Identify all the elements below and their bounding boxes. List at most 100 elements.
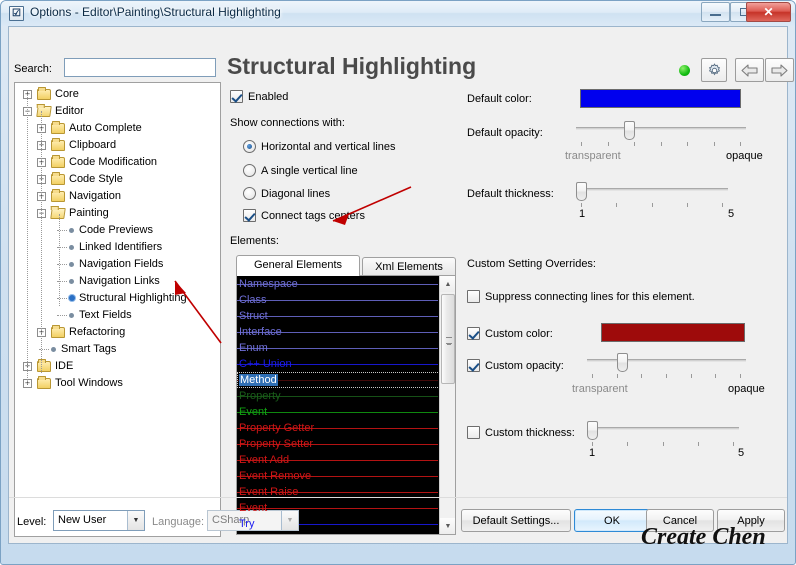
- tree-item-label: Linked Identifiers: [79, 241, 163, 253]
- element-list-item-label: Event Add: [239, 454, 290, 466]
- custom-thickness-checkbox[interactable]: [467, 426, 480, 439]
- folder-open-icon: [50, 208, 66, 219]
- enabled-checkbox[interactable]: [230, 90, 243, 103]
- radio-diagonal-lines-label: Diagonal lines: [261, 188, 331, 200]
- tree-item-label: Core: [55, 88, 79, 100]
- slider-thumb[interactable]: [624, 121, 635, 140]
- folder-closed-icon: [37, 359, 51, 372]
- element-list-item[interactable]: Property Getter: [237, 420, 440, 436]
- level-label: Level:: [17, 516, 47, 528]
- suppress-connecting-lines-label: Suppress connecting lines for this eleme…: [485, 291, 695, 303]
- tree-item-navigation[interactable]: + Navigation: [15, 188, 220, 205]
- default-color-swatch[interactable]: [580, 89, 741, 108]
- radio-single-vertical-line[interactable]: [243, 164, 256, 177]
- element-list-item[interactable]: Event: [237, 404, 440, 420]
- options-dialog-window: ☑ Options - Editor\Painting\Structural H…: [0, 0, 796, 565]
- element-list-item[interactable]: Namespace: [237, 276, 440, 292]
- settings-gear-button[interactable]: [701, 58, 727, 82]
- default-settings-button[interactable]: Default Settings...: [461, 509, 571, 532]
- custom-thickness-max-label: 5: [738, 447, 745, 459]
- arrow-right-icon: [766, 59, 793, 81]
- level-combobox[interactable]: New User ▼: [53, 510, 145, 531]
- tree-item-refactoring[interactable]: + Refactoring: [15, 324, 220, 341]
- element-list-item[interactable]: Enum: [237, 340, 440, 356]
- connect-tags-centers-checkbox[interactable]: [243, 209, 256, 222]
- tree-item-tool-windows[interactable]: + Tool Windows: [15, 375, 220, 392]
- slider-track: [587, 359, 746, 362]
- folder-closed-icon: [37, 87, 51, 100]
- default-thickness-max-label: 5: [728, 208, 735, 220]
- element-list-item[interactable]: Struct: [237, 308, 440, 324]
- radio-horizontal-vertical-lines[interactable]: [243, 140, 256, 153]
- tree-item-navigation-links[interactable]: Navigation Links: [15, 273, 220, 290]
- navigate-forward-button[interactable]: [765, 58, 794, 82]
- show-connections-label: Show connections with:: [230, 117, 345, 129]
- tree-item-label: Navigation Fields: [79, 258, 164, 270]
- navigate-back-button[interactable]: [735, 58, 764, 82]
- tree-item-clipboard[interactable]: + Clipboard: [15, 137, 220, 154]
- tree-item-label: Structural Highlighting: [79, 292, 187, 304]
- tree-item-smart-tags[interactable]: Smart Tags: [15, 341, 220, 358]
- close-button[interactable]: ✕: [746, 2, 791, 22]
- tree-item-code-modification[interactable]: + Code Modification: [15, 154, 220, 171]
- element-list-item[interactable]: Event Remove: [237, 468, 440, 484]
- tab-general-elements[interactable]: General Elements: [236, 255, 360, 276]
- tree-item-text-fields[interactable]: Text Fields: [15, 307, 220, 324]
- options-dialog-icon: ☑: [9, 6, 24, 21]
- default-color-label: Default color:: [467, 93, 532, 105]
- element-list-item[interactable]: C++ Union: [237, 356, 440, 372]
- element-list-item[interactable]: Method: [237, 372, 440, 388]
- tree-item-linked-identifiers[interactable]: Linked Identifiers: [15, 239, 220, 256]
- element-list-item[interactable]: Interface: [237, 324, 440, 340]
- custom-color-checkbox[interactable]: [467, 327, 480, 340]
- minimize-button[interactable]: [701, 2, 730, 22]
- settings-tree[interactable]: + Core − Editor + Auto Complete + Clipboard + Cod…: [14, 82, 221, 537]
- folder-open-icon: [36, 106, 52, 117]
- tree-item-navigation-fields[interactable]: Navigation Fields: [15, 256, 220, 273]
- element-list-item[interactable]: Class: [237, 292, 440, 308]
- element-list-item-label: Property Setter: [239, 438, 313, 450]
- tree-item-core[interactable]: + Core: [15, 86, 220, 103]
- level-combobox-value: New User: [58, 514, 107, 526]
- elements-listbox-scrollbar[interactable]: ▲ ▼: [439, 276, 455, 534]
- elements-listbox[interactable]: Namespace Class Struct Interface Enum C++ Uni…: [236, 275, 456, 535]
- scroll-up-icon[interactable]: ▲: [440, 276, 455, 292]
- window-title: Options - Editor\Painting\Structural Hig…: [30, 5, 281, 19]
- search-input[interactable]: [64, 58, 216, 77]
- element-list-item[interactable]: Property Setter: [237, 436, 440, 452]
- chevron-down-icon[interactable]: ▼: [127, 511, 144, 530]
- radio-diagonal-lines[interactable]: [243, 187, 256, 200]
- tree-item-editor[interactable]: − Editor: [15, 103, 220, 120]
- custom-color-swatch[interactable]: [601, 323, 745, 342]
- tree-item-ide[interactable]: + IDE: [15, 358, 220, 375]
- scrollbar-thumb[interactable]: [441, 294, 455, 384]
- tree-item-label: Refactoring: [69, 326, 126, 338]
- slider-thumb[interactable]: [576, 182, 587, 201]
- suppress-connecting-lines-checkbox[interactable]: [467, 290, 480, 303]
- element-list-item[interactable]: Event Add: [237, 452, 440, 468]
- tree-item-painting[interactable]: − Painting: [15, 205, 220, 222]
- element-list-item[interactable]: Property: [237, 388, 440, 404]
- folder-closed-icon: [51, 325, 65, 338]
- tree-item-structural-highlighting[interactable]: Structural Highlighting: [15, 290, 220, 307]
- tree-item-auto-complete[interactable]: + Auto Complete: [15, 120, 220, 137]
- custom-overrides-title: Custom Setting Overrides:: [467, 258, 596, 270]
- default-opacity-slider[interactable]: [576, 121, 746, 147]
- tree-item-code-style[interactable]: + Code Style: [15, 171, 220, 188]
- slider-thumb[interactable]: [617, 353, 628, 372]
- tab-xml-elements[interactable]: Xml Elements: [362, 257, 456, 276]
- custom-opacity-label: Custom opacity:: [485, 360, 564, 372]
- tree-bullet-icon: [69, 228, 74, 233]
- custom-thickness-slider[interactable]: [587, 421, 739, 447]
- tree-item-code-previews[interactable]: Code Previews: [15, 222, 220, 239]
- window-titlebar[interactable]: ☑ Options - Editor\Painting\Structural H…: [1, 1, 795, 26]
- custom-opacity-checkbox[interactable]: [467, 359, 480, 372]
- radio-horizontal-vertical-lines-label: Horizontal and vertical lines: [261, 141, 396, 153]
- tree-connector-line: [59, 214, 60, 306]
- default-thickness-slider[interactable]: [576, 182, 728, 208]
- slider-thumb[interactable]: [587, 421, 598, 440]
- custom-opacity-slider[interactable]: [587, 353, 746, 379]
- ok-button[interactable]: OK: [574, 509, 650, 532]
- slider-ticks: [587, 442, 739, 447]
- tree-item-label: Auto Complete: [69, 122, 142, 134]
